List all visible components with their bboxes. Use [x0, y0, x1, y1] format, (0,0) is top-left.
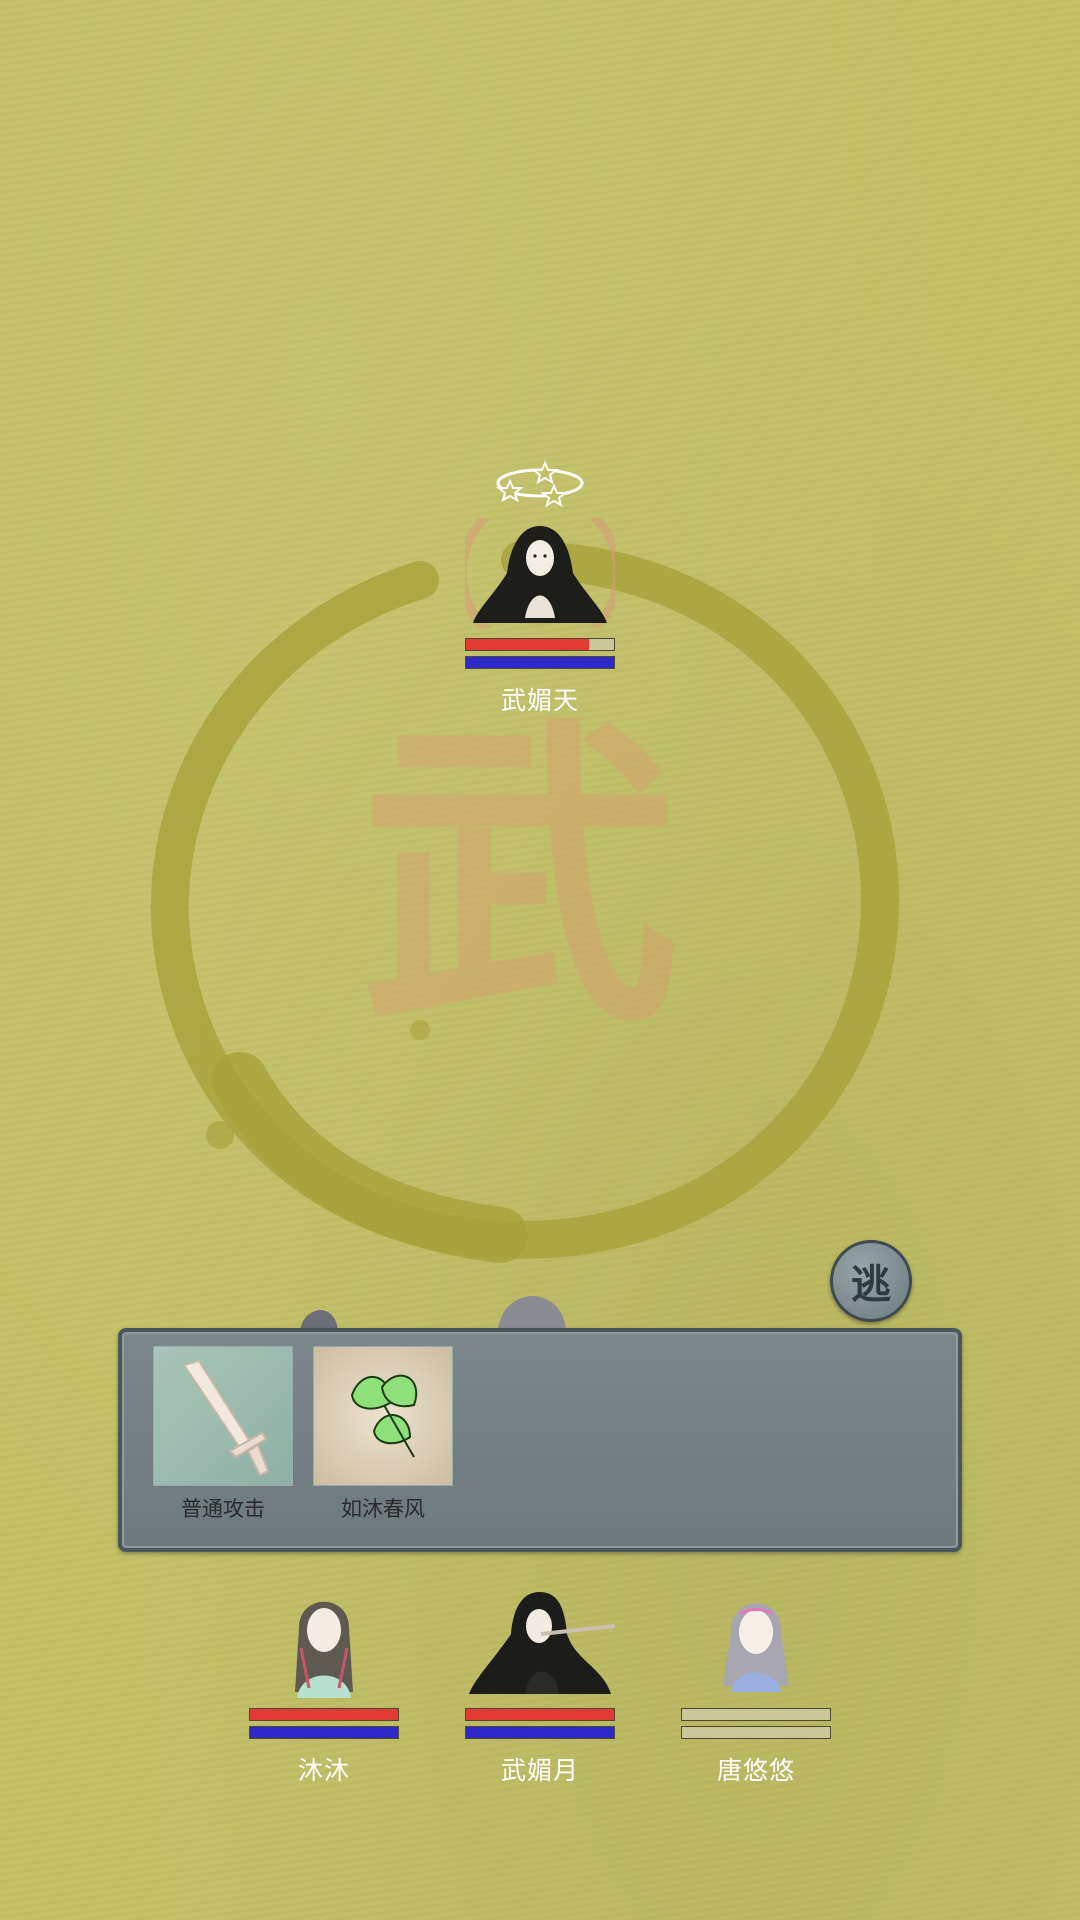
skill-label: 普通攻击: [181, 1497, 265, 1521]
party-portrait: [249, 1588, 399, 1698]
party-mp-fill: [250, 1727, 398, 1738]
skill-label: 如沐春风: [341, 1497, 425, 1521]
party-mp-bar: [465, 1726, 615, 1739]
flee-button[interactable]: 逃: [830, 1240, 912, 1322]
enemy-hp-fill: [466, 639, 589, 650]
party-mp-bar: [249, 1726, 399, 1739]
skill-tile: [153, 1346, 293, 1486]
enemy-portrait: [457, 490, 623, 656]
party-member-name: 武媚月: [500, 1756, 579, 1785]
enemy-name: 武媚天: [500, 686, 579, 715]
party-hp-bar: [249, 1708, 399, 1721]
sword-icon: [182, 1359, 270, 1477]
dizzy-stars-icon: [496, 460, 584, 508]
seal-character: 武: [360, 691, 680, 1066]
party-hp-fill: [250, 1709, 398, 1720]
leaves-icon: [350, 1374, 418, 1458]
party-member-1[interactable]: 沐沐: [244, 1588, 404, 1787]
enemy-hp-bar: [465, 638, 615, 651]
enemy-mp-bar: [465, 656, 615, 669]
skill-spring-breeze[interactable]: 如沐春风: [312, 1346, 454, 1523]
party-member-3[interactable]: 唐悠悠: [676, 1588, 836, 1787]
skill-tile: [313, 1346, 453, 1486]
enemy-unit[interactable]: 武媚天: [457, 458, 623, 717]
party-member-2[interactable]: 武媚月: [460, 1588, 620, 1787]
party-mp-fill: [466, 1727, 614, 1738]
skill-normal-attack[interactable]: 普通攻击: [152, 1346, 294, 1523]
party-hp-bar: [681, 1708, 831, 1721]
skill-panel: 普通攻击 如沐春风: [118, 1328, 962, 1552]
party-hp-bar: [465, 1708, 615, 1721]
flee-button-label: 逃: [851, 1261, 891, 1308]
party-portrait: [465, 1588, 616, 1698]
party-mp-bar: [681, 1726, 831, 1739]
party-member-name: 唐悠悠: [716, 1756, 795, 1785]
party-member-name: 沐沐: [297, 1756, 350, 1785]
party-hp-fill: [466, 1709, 614, 1720]
enemy-mp-fill: [466, 657, 614, 668]
party-portrait: [681, 1588, 831, 1698]
